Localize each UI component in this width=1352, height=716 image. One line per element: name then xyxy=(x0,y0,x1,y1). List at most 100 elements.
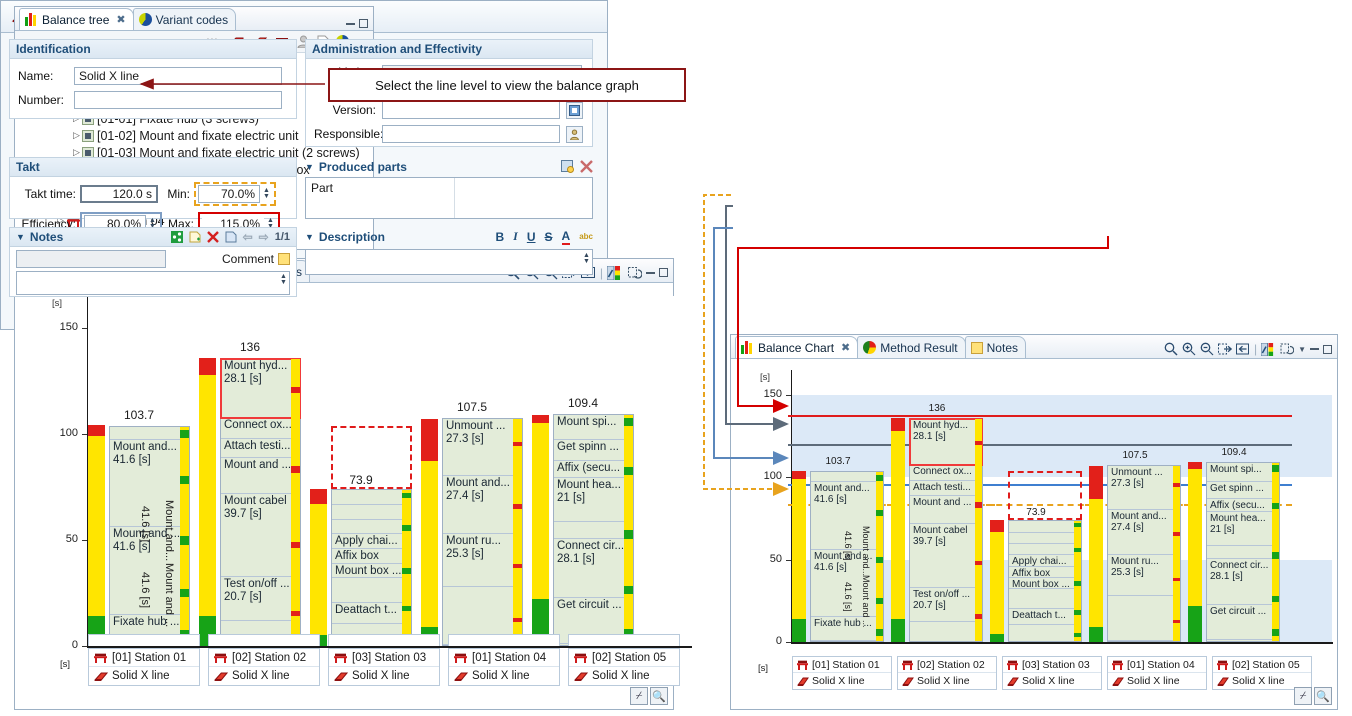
task-stack[interactable]: Apply chai...Affix boxMount box ... Deatt… xyxy=(1008,520,1082,642)
task-box[interactable] xyxy=(1009,544,1081,555)
task-box[interactable]: Attach testi... xyxy=(910,481,982,496)
task-box[interactable] xyxy=(332,490,411,505)
description-scroll[interactable]: ▲▼ xyxy=(581,250,592,274)
summary-bar[interactable] xyxy=(1188,462,1202,642)
produced-parts-table[interactable]: Part xyxy=(305,177,593,219)
task-box[interactable]: Affix (secu... xyxy=(554,461,633,478)
takt-time-field[interactable]: 120.0 s xyxy=(80,185,158,203)
balance-colors-icon[interactable] xyxy=(1261,343,1276,356)
italic-button[interactable]: I xyxy=(513,229,518,244)
task-box[interactable]: Mount spi... xyxy=(554,415,633,440)
min-field[interactable]: 70.0% xyxy=(198,185,260,203)
zoom-fit-icon[interactable] xyxy=(1164,342,1178,356)
refresh-icon[interactable] xyxy=(627,266,642,280)
summary-bar[interactable] xyxy=(792,471,806,642)
task-box[interactable]: Mount hyd...28.1 [s] xyxy=(221,359,300,418)
task-stack[interactable]: Unmount ...27.3 [s]Mount and...27.4 [s]M… xyxy=(442,418,523,646)
task-box[interactable]: Mount box ... xyxy=(1009,578,1081,589)
task-box[interactable]: Mount and...27.4 [s] xyxy=(1108,510,1180,555)
version-field[interactable] xyxy=(382,101,560,119)
task-stack[interactable]: Mount and...41.6 [s]Mount and ...41.6 [s… xyxy=(810,471,884,642)
bold-button[interactable]: B xyxy=(496,230,505,244)
notes-body-scroll[interactable]: ▲▼ xyxy=(278,272,289,294)
magnifier-icon[interactable]: 🔍 xyxy=(650,687,668,705)
maximize-icon[interactable] xyxy=(359,19,368,28)
tab-variant-codes[interactable]: Variant codes xyxy=(133,8,237,30)
close-icon[interactable]: ✖ xyxy=(116,13,125,26)
strikethrough-button[interactable]: S xyxy=(545,230,553,244)
task-box[interactable] xyxy=(332,505,411,520)
station-column[interactable]: Mount hyd...28.1 [s]Connect ox...Attach … xyxy=(891,370,983,642)
legend-cell[interactable]: [03] Station 03Solid X line xyxy=(1002,656,1102,690)
task-stack[interactable]: Mount hyd...28.1 [s]Connect ox...Attach … xyxy=(220,358,301,646)
station-column[interactable]: Apply chai...Affix boxMount box ... Deatt… xyxy=(990,370,1082,642)
task-box[interactable] xyxy=(110,427,189,440)
legend-cell[interactable]: [02] Station 02Solid X line xyxy=(897,656,997,690)
summary-bar[interactable] xyxy=(990,520,1004,642)
summary-bar[interactable] xyxy=(421,418,438,646)
maximize-icon[interactable] xyxy=(659,268,668,277)
summary-bar[interactable] xyxy=(199,358,216,646)
eraser-icon[interactable]: ⌿ xyxy=(630,687,648,705)
task-box[interactable]: Mount spi... xyxy=(1207,463,1279,483)
view-menu-icon[interactable]: ▼ xyxy=(1298,345,1306,354)
minimize-icon[interactable] xyxy=(346,23,355,25)
task-box[interactable]: Mount hyd...28.1 [s] xyxy=(910,419,982,465)
station-column[interactable]: Mount spi...Get spinn ...Affix (secu...M… xyxy=(1188,370,1280,642)
task-stack[interactable]: Apply chai...Affix boxMount box ...Deatt… xyxy=(331,489,412,646)
task-box[interactable] xyxy=(554,522,633,539)
legend-cell[interactable]: [02] Station 05Solid X line xyxy=(568,648,680,686)
refresh-icon[interactable] xyxy=(1280,343,1294,356)
notes-body-field[interactable]: ▲▼ xyxy=(16,271,290,295)
task-box[interactable]: Mount cabel39.7 [s] xyxy=(221,494,300,578)
legend-cell[interactable]: [01] Station 01Solid X line xyxy=(792,656,892,690)
station-column[interactable]: Apply chai...Affix boxMount box ...Deatt… xyxy=(310,296,412,646)
station-column[interactable]: Mount and...41.6 [s]Mount and ...41.6 [s… xyxy=(88,296,190,646)
comment-icon[interactable] xyxy=(278,253,290,265)
task-box[interactable] xyxy=(1009,589,1081,608)
task-box[interactable] xyxy=(1108,596,1180,641)
task-box[interactable]: Affix box xyxy=(1009,567,1081,578)
task-stack[interactable]: Mount and...41.6 [s]Mount and ...41.6 [s… xyxy=(109,426,190,646)
delete-part-icon[interactable] xyxy=(580,160,593,173)
minimize-icon[interactable] xyxy=(1310,348,1319,350)
task-box[interactable]: Test on/off ...20.7 [s] xyxy=(910,588,982,622)
edit-part-icon[interactable] xyxy=(561,160,574,173)
task-box[interactable]: Mount cabel39.7 [s] xyxy=(910,524,982,589)
eraser-icon[interactable]: ⌿ xyxy=(1294,687,1312,705)
task-box[interactable]: Mount and...27.4 [s] xyxy=(443,476,522,534)
zoom-in-icon[interactable] xyxy=(1182,342,1196,356)
task-box[interactable]: Mount and ... xyxy=(221,458,300,494)
summary-bar[interactable] xyxy=(891,418,905,642)
collapse-left-icon[interactable] xyxy=(1236,343,1250,356)
underline-button[interactable]: U xyxy=(527,230,536,244)
task-box[interactable]: Unmount ...27.3 [s] xyxy=(443,419,522,476)
legend-cell[interactable]: [03] Station 03Solid X line xyxy=(328,648,440,686)
task-stack[interactable]: Mount hyd...28.1 [s]Connect ox...Attach … xyxy=(909,418,983,642)
station-column[interactable]: Mount and...41.6 [s]Mount and ...41.6 [s… xyxy=(792,370,884,642)
tab-notes-2[interactable]: Notes xyxy=(965,336,1026,358)
expand-right-icon[interactable] xyxy=(1218,343,1232,356)
task-box[interactable]: Connect ox... xyxy=(910,465,982,481)
copy-note-icon[interactable] xyxy=(225,231,237,243)
zoom-out-icon[interactable] xyxy=(1200,342,1214,356)
task-box[interactable]: Apply chai... xyxy=(1009,555,1081,566)
station-column[interactable]: Mount spi...Get spinn ...Affix (secu...M… xyxy=(532,296,634,646)
summary-bar[interactable] xyxy=(88,426,105,646)
task-box[interactable]: Deattach t... xyxy=(1009,609,1081,625)
task-box[interactable]: Affix box xyxy=(332,549,411,564)
task-box[interactable]: Attach testi... xyxy=(221,439,300,458)
plot-area[interactable]: 103.7Mount and...41.6 [s]Mount and ...41… xyxy=(88,296,692,646)
close-icon[interactable]: ✖ xyxy=(841,341,850,354)
prev-arrow-icon[interactable]: ⇦ xyxy=(243,230,253,244)
notes-subject-field[interactable] xyxy=(16,250,166,268)
task-box[interactable] xyxy=(1207,546,1279,559)
task-box[interactable]: Get spinn ... xyxy=(1207,482,1279,498)
legend-cell[interactable]: [02] Station 02Solid X line xyxy=(208,648,320,686)
task-box[interactable]: Connect cir...28.1 [s] xyxy=(554,539,633,598)
legend-cell[interactable]: [01] Station 01Solid X line xyxy=(88,648,200,686)
legend-cell[interactable]: [01] Station 04Solid X line xyxy=(448,648,560,686)
description-field[interactable]: ▲▼ xyxy=(305,249,593,275)
task-stack[interactable]: Mount spi...Get spinn ...Affix (secu...M… xyxy=(1206,462,1280,642)
tab-method-result-2[interactable]: Method Result xyxy=(857,336,965,358)
